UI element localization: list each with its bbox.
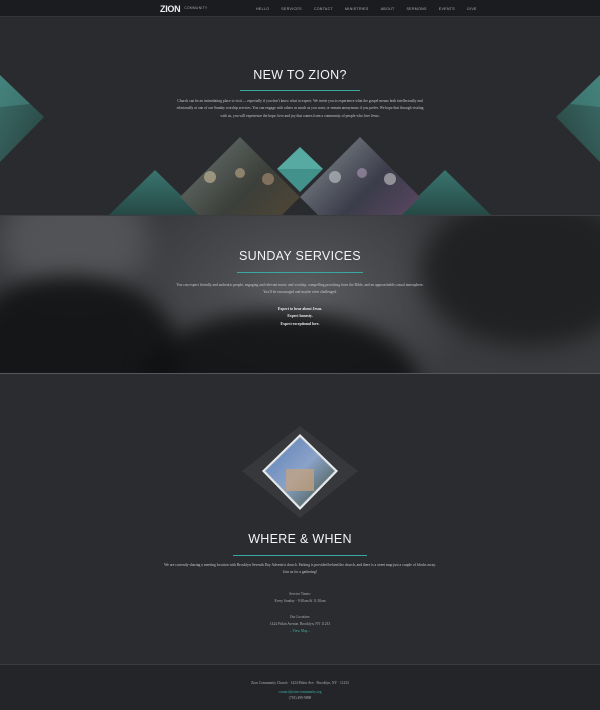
new-to-zion-title: NEW TO ZION? — [253, 68, 347, 82]
footer-phone: (718) 499-9898 — [288, 696, 312, 700]
footer-address: Zion Community Church · 1424 Pitkin Ave … — [251, 681, 349, 685]
nav-item-about[interactable]: ABOUT — [381, 7, 395, 11]
expect-line-2: Expect honesty. — [287, 314, 313, 318]
footer-email-link[interactable]: contact@zion-community.org — [0, 690, 600, 694]
where-when-body: We are currently sharing a meeting locat… — [164, 563, 436, 575]
nav-item-events[interactable]: EVENTS — [439, 7, 455, 11]
new-to-zion-section: NEW TO ZION? Church can be an intimidati… — [0, 17, 600, 216]
sunday-services-body: You can expect friendly and authentic pe… — [176, 283, 424, 295]
where-when-title: WHERE & WHEN — [248, 532, 352, 546]
expect-line-1: Expect to hear about Jesus. — [277, 307, 323, 311]
service-times-value: Every Sunday · 9:30am & 11:30am — [274, 599, 326, 603]
title-underline — [237, 272, 363, 273]
footer: Zion Community Church · 1424 Pitkin Ave … — [0, 664, 600, 710]
title-underline — [240, 90, 360, 91]
service-times-label: Service Times: — [289, 592, 311, 596]
sunday-services-section: SUNDAY SERVICES You can expect friendly … — [0, 216, 600, 374]
title-underline — [233, 555, 367, 556]
where-when-section: WHERE & WHEN We are currently sharing a … — [0, 374, 600, 664]
logo[interactable]: ZION COMMUNITY — [160, 3, 208, 14]
new-to-zion-body: Church can be an intimidating place to v… — [176, 99, 424, 118]
expect-line-3: Expect exceptional love. — [280, 322, 320, 326]
nav-item-sermons[interactable]: SERMONS — [406, 7, 426, 11]
sunday-services-title: SUNDAY SERVICES — [239, 249, 361, 263]
nav-menu: HELLO SERVICES CONTACT MINISTRIES ABOUT … — [256, 0, 489, 17]
location-value: 1424 Pitkin Avenue, Brooklyn, NY 11233 — [269, 622, 331, 626]
nav-item-services[interactable]: SERVICES — [281, 7, 302, 11]
view-map-link[interactable]: – View Map – — [0, 629, 600, 633]
nav-item-hello[interactable]: HELLO — [256, 7, 269, 11]
nav-item-contact[interactable]: CONTACT — [314, 7, 333, 11]
top-nav: ZION COMMUNITY HELLO SERVICES CONTACT MI… — [0, 0, 600, 17]
location-label: Our Location: — [289, 615, 311, 619]
logo-mark: ZION — [160, 3, 181, 14]
nav-item-give[interactable]: GIVE — [467, 7, 477, 11]
logo-subtitle: COMMUNITY — [184, 5, 208, 10]
nav-item-ministries[interactable]: MINISTRIES — [345, 7, 369, 11]
